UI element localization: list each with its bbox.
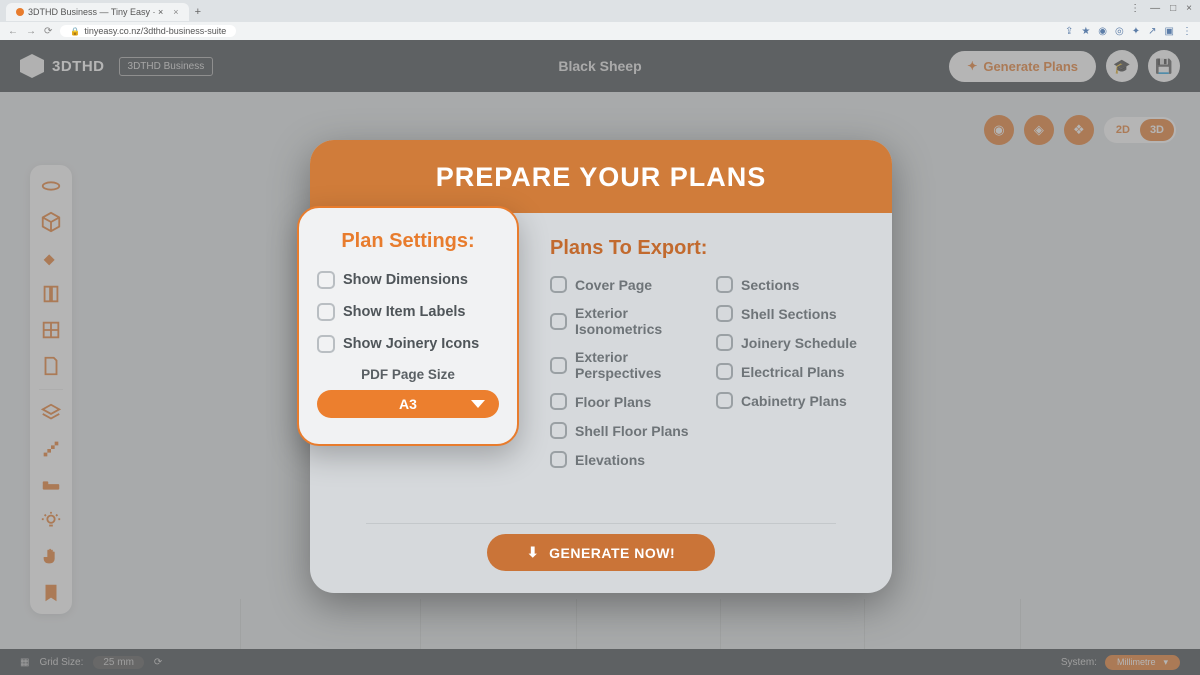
export-option-elevations[interactable]: Elevations xyxy=(550,451,698,468)
star-icon[interactable]: ★ xyxy=(1081,26,1090,37)
nav-reload-icon[interactable]: ⟳ xyxy=(44,26,52,37)
url-text: tinyeasy.co.nz/3dthd-business-suite xyxy=(84,26,226,36)
ext1-icon[interactable]: ◉ xyxy=(1098,26,1107,37)
checkbox-icon[interactable] xyxy=(550,393,567,410)
window-min-icon[interactable]: — xyxy=(1150,3,1160,14)
share-icon[interactable]: ⇪ xyxy=(1065,26,1073,37)
generate-now-button[interactable]: ⬇ GENERATE NOW! xyxy=(487,534,715,571)
modal-title: PREPARE YOUR PLANS xyxy=(310,162,892,193)
checkbox-icon[interactable] xyxy=(550,422,567,439)
modal-footer: ⬇ GENERATE NOW! xyxy=(366,523,836,593)
url-field[interactable]: 🔒 tinyeasy.co.nz/3dthd-business-suite xyxy=(60,25,236,37)
export-option-cover-page[interactable]: Cover Page xyxy=(550,276,698,293)
checkbox-icon[interactable] xyxy=(716,276,733,293)
browser-tab[interactable]: 3DTHD Business — Tiny Easy · × × xyxy=(6,3,189,21)
modal-header: PREPARE YOUR PLANS xyxy=(310,140,892,213)
download-icon: ⬇ xyxy=(527,544,539,561)
setting-show-item-labels[interactable]: Show Item Labels xyxy=(317,303,499,321)
nav-forward-icon[interactable]: → xyxy=(26,26,36,37)
checkbox-icon[interactable] xyxy=(716,334,733,351)
export-option-exterior-isonometrics[interactable]: Exterior Isonometrics xyxy=(550,305,698,337)
setting-show-joinery-icons[interactable]: Show Joinery Icons xyxy=(317,335,499,353)
plan-settings-panel: Plan Settings: Show Dimensions Show Item… xyxy=(297,206,519,446)
lock-icon: 🔒 xyxy=(70,27,80,36)
export-option-shell-floor-plans[interactable]: Shell Floor Plans xyxy=(550,422,698,439)
favicon-icon xyxy=(16,8,24,16)
tab-strip: 3DTHD Business — Tiny Easy · × × + ⋮ — □… xyxy=(0,0,1200,22)
ext2-icon[interactable]: ◎ xyxy=(1115,26,1124,37)
window-max-icon[interactable]: □ xyxy=(1170,3,1176,14)
nav-back-icon[interactable]: ← xyxy=(8,26,18,37)
export-option-exterior-perspectives[interactable]: Exterior Perspectives xyxy=(550,349,698,381)
pdf-page-size-label: PDF Page Size xyxy=(317,367,499,382)
checkbox-icon[interactable] xyxy=(550,276,567,293)
address-bar: ← → ⟳ 🔒 tinyeasy.co.nz/3dthd-business-su… xyxy=(0,22,1200,40)
tab-title: 3DTHD Business — Tiny Easy · × xyxy=(28,7,163,17)
checkbox-icon[interactable] xyxy=(550,451,567,468)
new-tab-button[interactable]: + xyxy=(195,6,201,18)
pdf-page-size-select[interactable]: A3 xyxy=(317,390,499,418)
checkbox-icon[interactable] xyxy=(716,392,733,409)
export-option-sections[interactable]: Sections xyxy=(716,276,864,293)
checkbox-icon[interactable] xyxy=(550,313,567,330)
ext3-icon[interactable]: ✦ xyxy=(1132,26,1140,37)
window-close-icon[interactable]: × xyxy=(1186,3,1192,14)
checkbox-icon[interactable] xyxy=(716,363,733,380)
export-option-electrical-plans[interactable]: Electrical Plans xyxy=(716,363,864,380)
pdf-page-size-value: A3 xyxy=(399,396,417,412)
setting-show-dimensions[interactable]: Show Dimensions xyxy=(317,271,499,289)
export-section-title: Plans To Export: xyxy=(550,237,864,260)
addr-bar-actions: ⇪ ★ ◉ ◎ ✦ ↗ ▣ ⋮ xyxy=(1065,26,1192,37)
checkbox-icon[interactable] xyxy=(317,303,335,321)
checkbox-icon[interactable] xyxy=(716,305,733,322)
generate-now-label: GENERATE NOW! xyxy=(549,545,675,561)
tab-close-icon[interactable]: × xyxy=(173,7,178,17)
browser-chrome: 3DTHD Business — Tiny Easy · × × + ⋮ — □… xyxy=(0,0,1200,40)
checkbox-icon[interactable] xyxy=(317,335,335,353)
window-controls: ⋮ — □ × xyxy=(1130,3,1192,14)
export-column-right: Sections Shell Sections Joinery Schedule… xyxy=(716,276,864,468)
checkbox-icon[interactable] xyxy=(317,271,335,289)
export-option-joinery-schedule[interactable]: Joinery Schedule xyxy=(716,334,864,351)
checkbox-icon[interactable] xyxy=(550,357,567,374)
chevron-down-icon xyxy=(471,400,485,408)
ext4-icon[interactable]: ↗ xyxy=(1148,26,1156,37)
plan-settings-title: Plan Settings: xyxy=(317,230,499,253)
ext5-icon[interactable]: ▣ xyxy=(1165,26,1174,37)
kebab-icon[interactable]: ⋮ xyxy=(1182,26,1192,37)
chrome-menu-icon[interactable]: ⋮ xyxy=(1130,3,1140,14)
export-column-left: Cover Page Exterior Isonometrics Exterio… xyxy=(550,276,698,468)
export-option-floor-plans[interactable]: Floor Plans xyxy=(550,393,698,410)
export-option-cabinetry-plans[interactable]: Cabinetry Plans xyxy=(716,392,864,409)
export-option-shell-sections[interactable]: Shell Sections xyxy=(716,305,864,322)
